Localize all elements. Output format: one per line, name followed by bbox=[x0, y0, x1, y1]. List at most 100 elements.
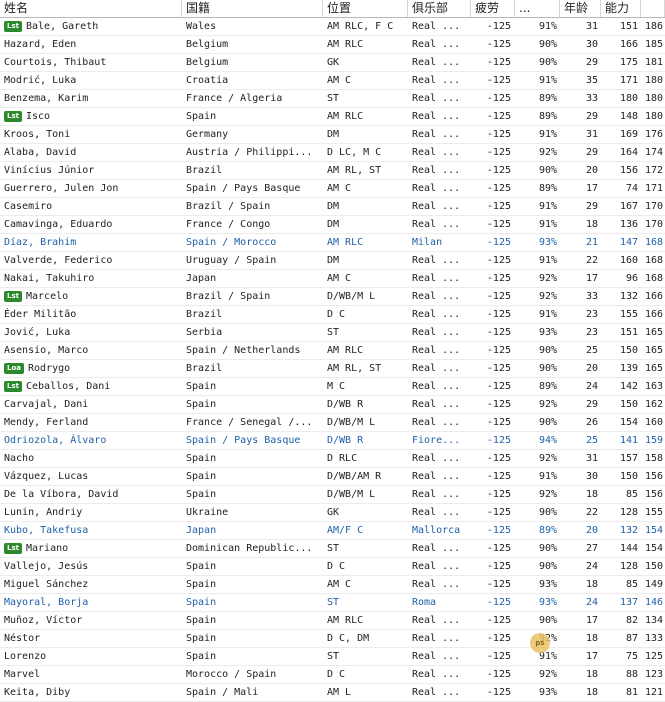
column-header-condition[interactable]: ... bbox=[515, 0, 560, 17]
player-name-text[interactable]: Miguel Sánchez bbox=[4, 579, 88, 590]
player-name-text[interactable]: Carvajal, Dani bbox=[4, 399, 88, 410]
table-row[interactable]: Díaz, Brahim Spain / Morocco AM RLC Milan -1… bbox=[0, 234, 665, 252]
table-row[interactable]: Mendy, Ferland France / Senegal /... D/WB/… bbox=[0, 414, 665, 432]
player-name-text[interactable]: Vinícius Júnior bbox=[4, 165, 94, 176]
table-row[interactable]: Lst Marcelo Brazil / Spain D/WB/M L Real ...… bbox=[0, 288, 665, 306]
table-row[interactable]: Lst Ceballos, Dani Spain M C Real ... -125 89%… bbox=[0, 378, 665, 396]
player-name-text[interactable]: Camavinga, Eduardo bbox=[4, 219, 112, 230]
position-cell: AM/F C bbox=[323, 522, 408, 539]
player-name-text[interactable]: Kubo, Takefusa bbox=[4, 525, 88, 536]
nationality-cell: Spain / Pays Basque bbox=[182, 432, 323, 449]
player-name: Díaz, Brahim bbox=[0, 234, 182, 251]
column-header-ability[interactable]: 能力 bbox=[601, 0, 641, 17]
table-row[interactable]: Vallejo, Jesús Spain D C Real ... -125 90% 24 1… bbox=[0, 558, 665, 576]
player-name-text[interactable]: Díaz, Brahim bbox=[4, 237, 76, 248]
column-header-fatigue[interactable]: 疲劳 bbox=[471, 0, 515, 17]
player-name-text[interactable]: Courtois, Thibaut bbox=[4, 57, 106, 68]
table-row[interactable]: Camavinga, Eduardo France / Congo DM Real .… bbox=[0, 216, 665, 234]
table-row[interactable]: Vinícius Júnior Brazil AM RL, ST Real ... -1… bbox=[0, 162, 665, 180]
player-name-text[interactable]: Benzema, Karim bbox=[4, 93, 88, 104]
table-row[interactable]: Lst Isco Spain AM RLC Real ... -125 89% 29 148 18… bbox=[0, 108, 665, 126]
table-row[interactable]: Éder Militão Brazil D C Real ... -125 91% 23 15… bbox=[0, 306, 665, 324]
column-header-nationality[interactable]: 国籍 bbox=[182, 0, 323, 17]
ability-cell: 85 bbox=[601, 486, 641, 503]
table-row[interactable]: Lorenzo Spain ST Real ... -125 91% 17 75 125 bbox=[0, 648, 665, 666]
position-cell: AM RLC bbox=[323, 36, 408, 53]
player-name-text[interactable]: Isco bbox=[26, 111, 50, 122]
table-row[interactable]: De la Víbora, David Spain D/WB/M L Real ...… bbox=[0, 486, 665, 504]
column-header-club[interactable]: 俱乐部 bbox=[408, 0, 471, 17]
player-name-text[interactable]: Modrić, Luka bbox=[4, 75, 76, 86]
table-row[interactable]: Nakai, Takuhiro Japan AM C Real ... -125 92% 1… bbox=[0, 270, 665, 288]
table-row[interactable]: Odriozola, Álvaro Spain / Pays Basque D/WB… bbox=[0, 432, 665, 450]
table-row[interactable]: Lst Mariano Dominican Republic... ST Real ..… bbox=[0, 540, 665, 558]
table-row[interactable]: Hazard, Eden Belgium AM RLC Real ... -125 90%… bbox=[0, 36, 665, 54]
player-name-text[interactable]: Vallejo, Jesús bbox=[4, 561, 88, 572]
table-row[interactable]: Modrić, Luka Croatia AM C Real ... -125 91% 35… bbox=[0, 72, 665, 90]
player-name-text[interactable]: Keita, Diby bbox=[4, 687, 70, 698]
column-header-potential[interactable] bbox=[641, 0, 665, 17]
player-name-text[interactable]: Mariano bbox=[26, 543, 68, 554]
table-row[interactable]: Vázquez, Lucas Spain D/WB/AM R Real ... -125… bbox=[0, 468, 665, 486]
player-name-text[interactable]: Lunin, Andriy bbox=[4, 507, 82, 518]
table-row[interactable]: Marvel Morocco / Spain D C Real ... -125 92% 1… bbox=[0, 666, 665, 684]
player-name-text[interactable]: Néstor bbox=[4, 633, 40, 644]
table-row[interactable]: Guerrero, Julen Jon Spain / Pays Basque AM… bbox=[0, 180, 665, 198]
table-row[interactable]: Lst Bale, Gareth Wales AM RLC, F C Real ... -… bbox=[0, 18, 665, 36]
table-row[interactable]: Kroos, Toni Germany DM Real ... -125 91% 31 169… bbox=[0, 126, 665, 144]
player-name-text[interactable]: Mayoral, Borja bbox=[4, 597, 88, 608]
table-row[interactable]: Valverde, Federico Uruguay / Spain DM Real … bbox=[0, 252, 665, 270]
table-row[interactable]: Carvajal, Dani Spain D/WB R Real ... -125 92%… bbox=[0, 396, 665, 414]
player-name-text[interactable]: Rodrygo bbox=[28, 363, 70, 374]
table-row[interactable]: Keita, Diby Spain / Mali AM L Real ... -125 9… bbox=[0, 684, 665, 702]
table-row[interactable]: Asensio, Marco Spain / Netherlands AM RLC R… bbox=[0, 342, 665, 360]
player-name-text[interactable]: Bale, Gareth bbox=[26, 21, 98, 32]
position-cell-text: AM RLC bbox=[327, 237, 364, 248]
potential-cell-text: 170 bbox=[645, 201, 664, 212]
ability-cell-text: 82 bbox=[625, 615, 638, 626]
player-name-text[interactable]: Marvel bbox=[4, 669, 40, 680]
table-row[interactable]: Kubo, Takefusa Japan AM/F C Mallorca -125 89%… bbox=[0, 522, 665, 540]
player-name-text[interactable]: Hazard, Eden bbox=[4, 39, 76, 50]
player-name-text[interactable]: Mendy, Ferland bbox=[4, 417, 88, 428]
table-row[interactable]: Mayoral, Borja Spain ST Roma -125 93% 24 137 146 bbox=[0, 594, 665, 612]
table-row[interactable]: Miguel Sánchez Spain AM C Real ... -125 93% 18… bbox=[0, 576, 665, 594]
player-name-text[interactable]: Casemiro bbox=[4, 201, 52, 212]
player-name-text[interactable]: Odriozola, Álvaro bbox=[4, 435, 106, 446]
column-header-position[interactable]: 位置 bbox=[323, 0, 408, 17]
player-name-text[interactable]: Kroos, Toni bbox=[4, 129, 70, 140]
player-name-text[interactable]: Valverde, Federico bbox=[4, 255, 112, 266]
player-name-text[interactable]: Guerrero, Julen Jon bbox=[4, 183, 118, 194]
player-name-text[interactable]: Jović, Luka bbox=[4, 327, 70, 338]
player-name-text[interactable]: Marcelo bbox=[26, 291, 68, 302]
table-row[interactable]: Loa Rodrygo Brazil AM RL, ST Real ... -125 90%… bbox=[0, 360, 665, 378]
player-name-text[interactable]: Asensio, Marco bbox=[4, 345, 88, 356]
fatigue-cell: -125 bbox=[471, 234, 515, 251]
nationality-cell-text: Belgium bbox=[186, 57, 229, 68]
player-name-text[interactable]: Nakai, Takuhiro bbox=[4, 273, 94, 284]
player-name-text[interactable]: Alaba, David bbox=[4, 147, 76, 158]
table-row[interactable]: Courtois, Thibaut Belgium GK Real ... -125 90… bbox=[0, 54, 665, 72]
column-header-age[interactable]: 年龄 bbox=[560, 0, 601, 17]
player-name-text[interactable]: Éder Militão bbox=[4, 309, 76, 320]
ability-cell-text: 85 bbox=[625, 489, 638, 500]
fatigue-cell: -125 bbox=[471, 162, 515, 179]
player-name-text[interactable]: De la Víbora, David bbox=[4, 489, 118, 500]
table-row[interactable]: NéstorSpainD C, DMReal ...-12592%1887133 bbox=[0, 630, 665, 648]
player-name-text[interactable]: Nacho bbox=[4, 453, 34, 464]
table-row[interactable]: Nacho Spain D RLC Real ... -125 92% 31 157 158 bbox=[0, 450, 665, 468]
ability-cell: 81 bbox=[601, 684, 641, 701]
player-name-text[interactable]: Ceballos, Dani bbox=[26, 381, 110, 392]
potential-cell-text: 155 bbox=[645, 507, 664, 518]
table-row[interactable]: Jović, Luka Serbia ST Real ... -125 93% 23 151 1… bbox=[0, 324, 665, 342]
player-name-text[interactable]: Vázquez, Lucas bbox=[4, 471, 88, 482]
table-row[interactable]: Alaba, David Austria / Philippi... D LC, M… bbox=[0, 144, 665, 162]
table-row[interactable]: Muñoz, Víctor Spain AM RLC Real ... -125 90% 1… bbox=[0, 612, 665, 630]
table-row[interactable]: Casemiro Brazil / Spain DM Real ... -125 91% 2… bbox=[0, 198, 665, 216]
player-name-text[interactable]: Lorenzo bbox=[4, 651, 46, 662]
column-header-name[interactable]: 姓名 bbox=[0, 0, 182, 17]
player-name-text[interactable]: Muñoz, Víctor bbox=[4, 615, 82, 626]
table-row[interactable]: Benzema, Karim France / Algeria ST Real ...… bbox=[0, 90, 665, 108]
position-cell: D/WB/M L bbox=[323, 288, 408, 305]
table-row[interactable]: Lunin, Andriy Ukraine GK Real ... -125 90% 22 1… bbox=[0, 504, 665, 522]
